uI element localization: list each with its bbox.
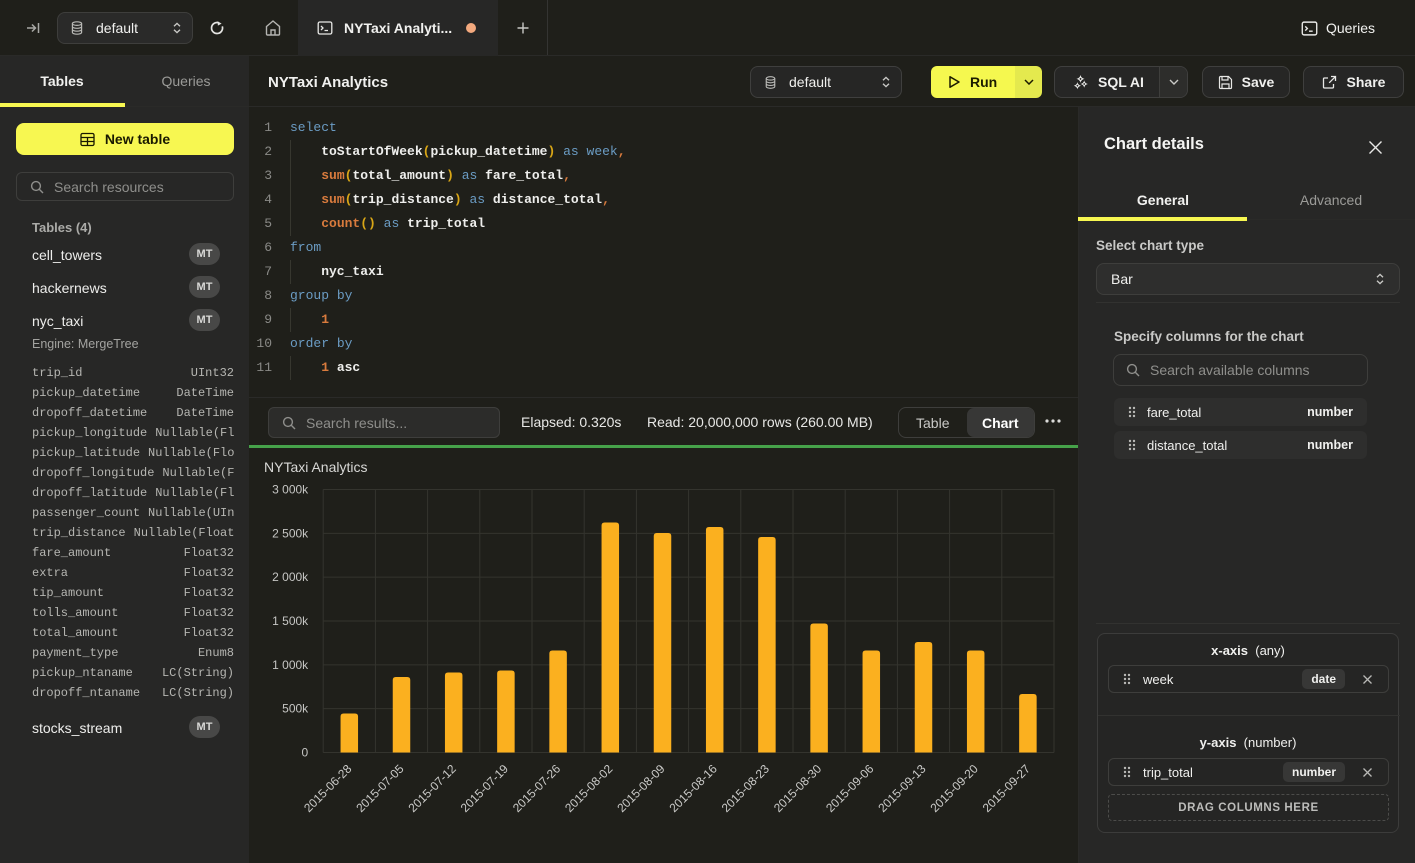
- svg-text:2015-09-27: 2015-09-27: [980, 761, 1034, 815]
- svg-text:2015-07-12: 2015-07-12: [406, 761, 460, 815]
- svg-text:2015-08-02: 2015-08-02: [562, 761, 616, 815]
- svg-text:2015-07-05: 2015-07-05: [353, 761, 407, 815]
- svg-text:2015-09-06: 2015-09-06: [823, 761, 877, 815]
- svg-text:1 500k: 1 500k: [272, 614, 309, 628]
- svg-text:2015-07-26: 2015-07-26: [510, 761, 564, 815]
- svg-text:0: 0: [302, 746, 309, 760]
- svg-text:2015-09-20: 2015-09-20: [928, 761, 982, 815]
- svg-text:2015-06-28: 2015-06-28: [301, 761, 355, 815]
- svg-text:2015-08-09: 2015-08-09: [614, 761, 668, 815]
- svg-text:2015-09-13: 2015-09-13: [875, 761, 929, 815]
- svg-text:2015-08-16: 2015-08-16: [667, 761, 721, 815]
- svg-text:500k: 500k: [282, 702, 309, 716]
- svg-text:2015-07-19: 2015-07-19: [458, 761, 512, 815]
- svg-text:2015-08-30: 2015-08-30: [771, 761, 825, 815]
- svg-text:2015-08-23: 2015-08-23: [719, 761, 773, 815]
- svg-text:2 500k: 2 500k: [272, 526, 309, 540]
- svg-text:3 000k: 3 000k: [272, 483, 309, 497]
- svg-text:1 000k: 1 000k: [272, 658, 309, 672]
- svg-text:2 000k: 2 000k: [272, 570, 309, 584]
